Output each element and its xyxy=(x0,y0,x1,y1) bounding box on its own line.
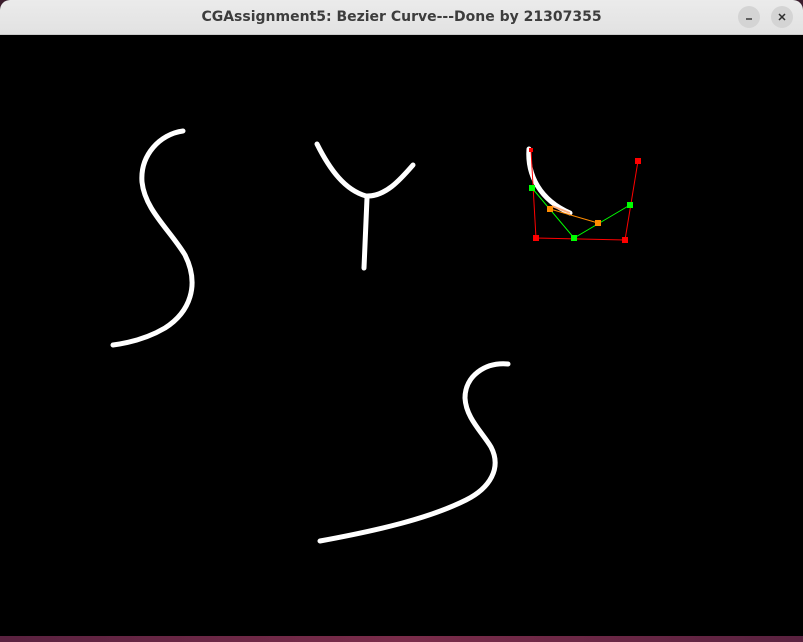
desktop-background xyxy=(0,636,803,642)
bezier-curve-current xyxy=(526,146,573,216)
construction-point-level1 xyxy=(571,235,577,241)
control-point[interactable] xyxy=(635,158,641,164)
drawing-canvas[interactable] xyxy=(0,36,803,636)
construction-point-level1 xyxy=(627,202,633,208)
control-point[interactable] xyxy=(529,148,533,152)
stroke-s-left xyxy=(110,128,195,348)
control-point[interactable] xyxy=(622,237,628,243)
stroke-s-bottom xyxy=(317,361,511,544)
construction-level2 xyxy=(549,208,599,224)
app-window: CGAssignment5: Bezier Curve---Done by 21… xyxy=(0,0,803,636)
construction-point-level1 xyxy=(529,185,535,191)
control-point[interactable] xyxy=(533,235,539,241)
construction-point-level2 xyxy=(595,220,601,226)
canvas-drawing xyxy=(110,128,641,544)
stroke-y-arms xyxy=(314,141,416,199)
construction-point-level2 xyxy=(547,206,553,212)
stroke-y-stem xyxy=(361,195,370,271)
